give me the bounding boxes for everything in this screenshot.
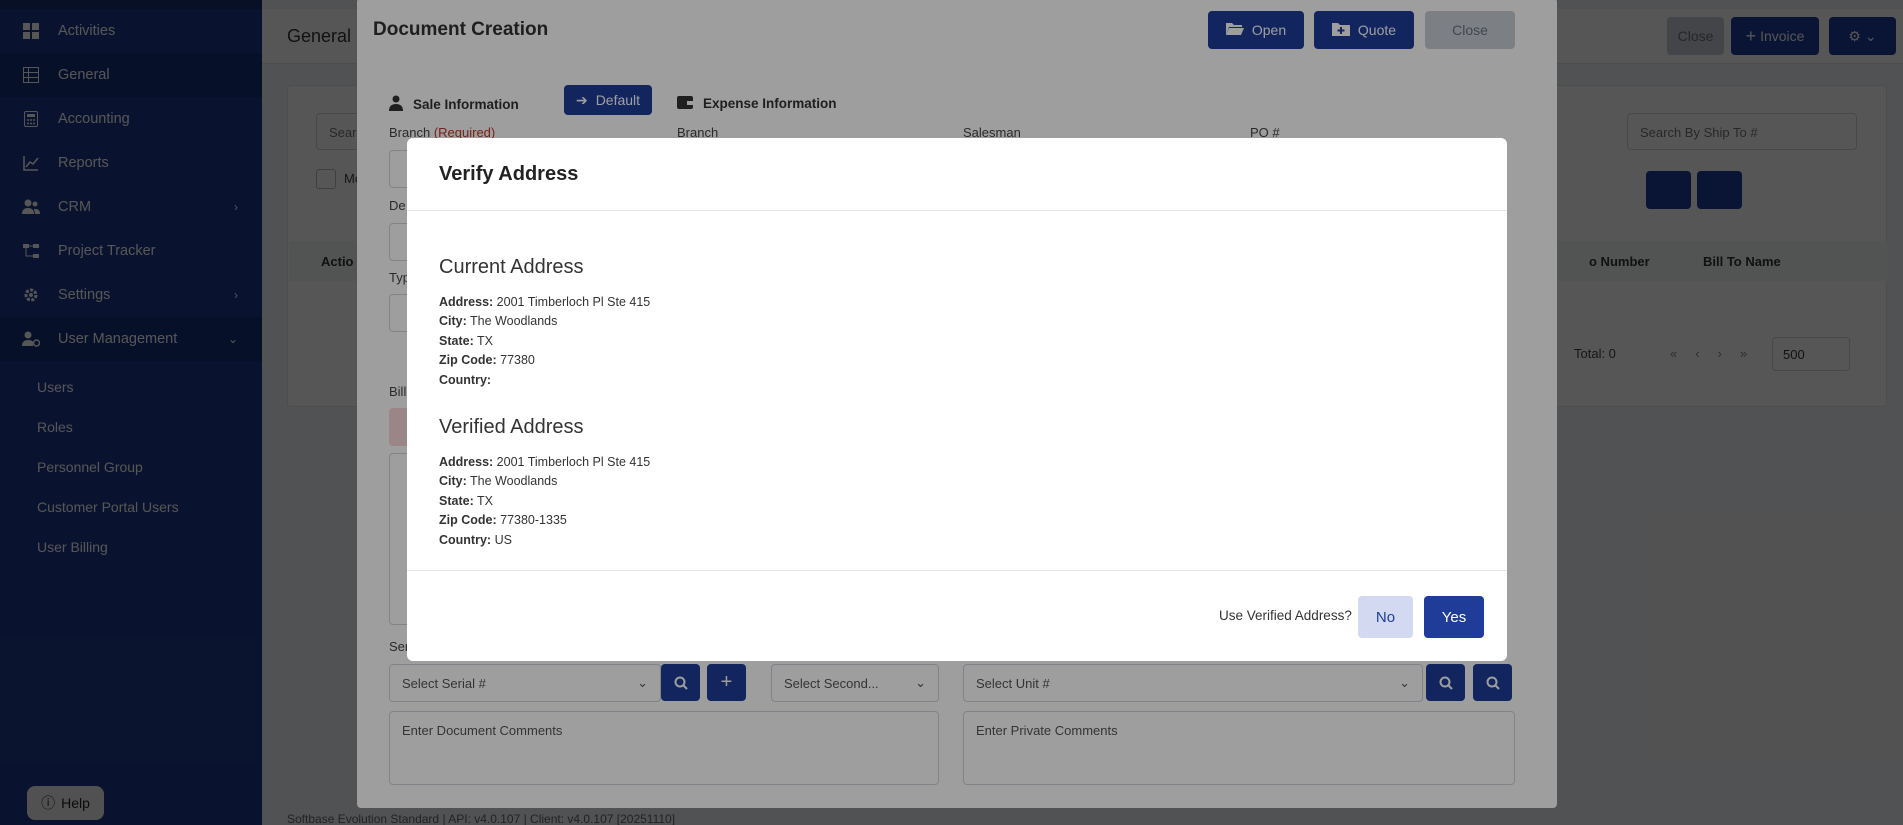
current-zip-line: Zip Code: 77380: [439, 353, 535, 367]
state-value: TX: [476, 494, 493, 508]
current-address-heading: Current Address: [439, 256, 584, 278]
verified-address-heading: Verified Address: [439, 416, 584, 438]
country-label: Country:: [439, 533, 492, 547]
address-value: 2001 Timberloch Pl Ste 415: [496, 295, 651, 309]
verified-country-line: Country: US: [439, 533, 512, 547]
address-label: Address:: [439, 295, 494, 309]
city-label: City:: [439, 314, 467, 328]
zip-label: Zip Code:: [439, 353, 497, 367]
city-value: The Woodlands: [470, 474, 558, 488]
address-label: Address:: [439, 455, 494, 469]
city-value: The Woodlands: [470, 314, 558, 328]
city-label: City:: [439, 474, 467, 488]
country-value: US: [494, 533, 512, 547]
current-city-line: City: The Woodlands: [439, 314, 557, 328]
verified-state-line: State: TX: [439, 494, 493, 508]
state-label: State:: [439, 334, 474, 348]
yes-button[interactable]: Yes: [1424, 596, 1484, 638]
no-button[interactable]: No: [1358, 596, 1413, 638]
address-value: 2001 Timberloch Pl Ste 415: [496, 455, 651, 469]
state-label: State:: [439, 494, 474, 508]
use-verified-question: Use Verified Address?: [1219, 608, 1352, 623]
current-country-line: Country:: [439, 373, 491, 387]
verified-zip-line: Zip Code: 77380-1335: [439, 513, 567, 527]
divider: [407, 210, 1507, 211]
verified-address-line: Address: 2001 Timberloch Pl Ste 415: [439, 455, 650, 469]
zip-value: 77380: [500, 353, 535, 367]
zip-label: Zip Code:: [439, 513, 497, 527]
verify-address-dialog: Verify Address Current Address Address: …: [407, 138, 1507, 661]
dialog-title: Verify Address: [439, 163, 579, 185]
divider: [407, 570, 1507, 571]
current-state-line: State: TX: [439, 334, 493, 348]
state-value: TX: [476, 334, 493, 348]
current-address-line: Address: 2001 Timberloch Pl Ste 415: [439, 295, 650, 309]
country-label: Country:: [439, 373, 492, 387]
zip-value: 77380-1335: [500, 513, 567, 527]
verified-city-line: City: The Woodlands: [439, 474, 557, 488]
